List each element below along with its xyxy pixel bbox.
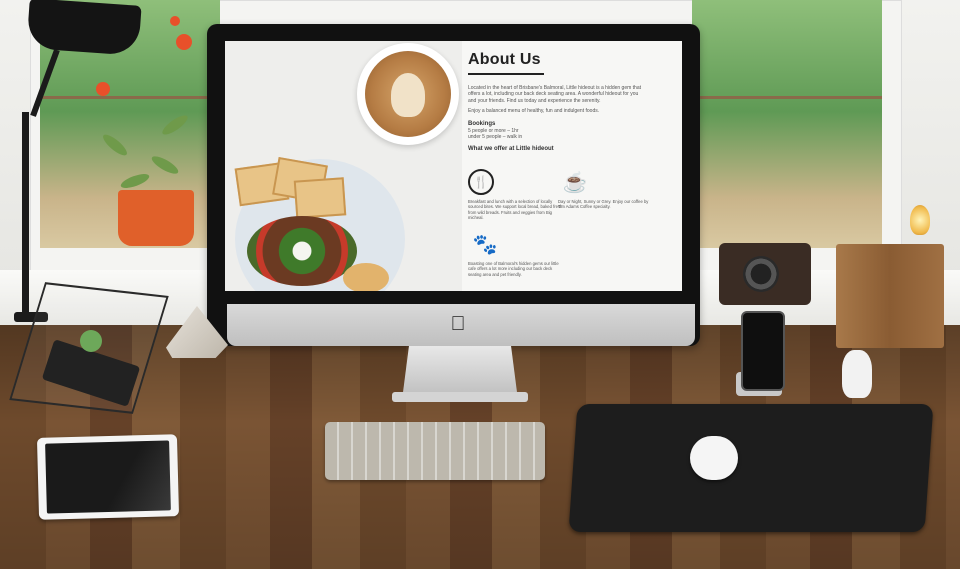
offer-item: 🐾 Boasting one of Balmoral's hidden gems…	[468, 231, 564, 277]
red-flower	[96, 82, 110, 96]
offer-grid: 🍴 Breakfast and lunch with a selection o…	[468, 169, 678, 289]
about-paragraph: Enjoy a balanced menu of healthy, fun an…	[468, 108, 600, 115]
red-flower	[176, 34, 192, 50]
apple-logo-icon: 	[449, 313, 467, 335]
balcony-rail	[692, 96, 882, 99]
edison-bulb	[910, 205, 930, 235]
coffee-cup-icon: ☕	[562, 171, 588, 194]
offer-text: Boasting one of Balmoral's hidden gems o…	[468, 261, 559, 277]
offer-item: 🍴 Breakfast and lunch with a selection o…	[468, 169, 564, 221]
latte-cup	[357, 43, 459, 145]
flower-pot	[118, 190, 194, 246]
offer-text: Breakfast and lunch with a selection of …	[468, 199, 563, 221]
red-flower	[170, 16, 180, 26]
paw-icon: 🐾	[472, 233, 498, 256]
flatbread	[343, 263, 389, 291]
window-pane-right	[692, 0, 882, 248]
camera-lens	[743, 256, 779, 292]
toast-slice	[293, 177, 347, 219]
mouse[interactable]	[690, 436, 738, 480]
offer-text: Day or Night, Sunny or Grey. Enjoy our c…	[558, 199, 649, 210]
tablet-screen	[45, 440, 171, 514]
imac-stand-base	[392, 392, 528, 402]
latte-art-leaf	[391, 73, 425, 117]
desk-lamp-arm	[22, 112, 29, 322]
latte-crema	[365, 51, 451, 137]
bookings-line: under 5 people – walk in	[468, 133, 523, 140]
food-photo	[225, 41, 462, 291]
website-screen: About Us Located in the heart of Brisban…	[225, 41, 682, 291]
about-paragraph: Located in the heart of Brisbane's Balmo…	[468, 85, 642, 104]
desk-scene:  About Us Located in the heart of Brisb…	[0, 0, 960, 569]
bookings-heading: Bookings	[468, 120, 496, 127]
succulent-plant	[80, 330, 102, 352]
offer-item: ☕ Day or Night, Sunny or Grey. Enjoy our…	[558, 169, 654, 210]
balcony-rail	[40, 96, 220, 99]
polar-bear-figurine	[842, 350, 872, 398]
mousepad	[568, 404, 934, 532]
tablet[interactable]	[36, 434, 180, 520]
title-underline	[468, 73, 544, 75]
smartphone[interactable]	[741, 311, 785, 391]
about-title: About Us	[468, 51, 541, 68]
offer-heading: What we offer at Little hideout	[468, 145, 554, 152]
wooden-block-lamp	[836, 244, 944, 348]
cutlery-icon: 🍴	[468, 169, 494, 195]
salad-with-poached-egg	[247, 216, 357, 286]
keyboard[interactable]	[325, 422, 545, 480]
